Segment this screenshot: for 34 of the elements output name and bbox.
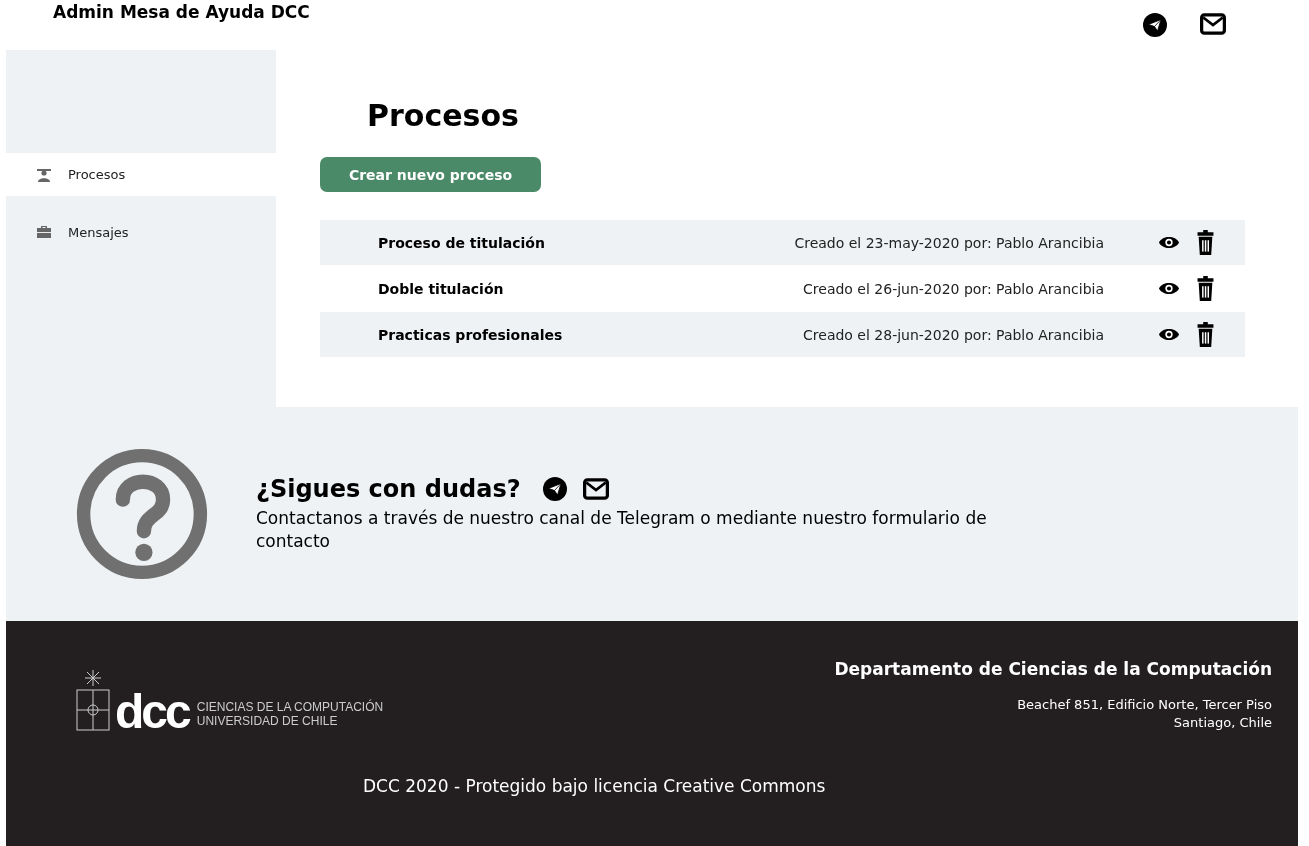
process-created: Creado el 26-jun-2020 por: Pablo Arancibia xyxy=(802,280,1104,297)
trash-icon[interactable] xyxy=(1196,230,1215,255)
question-icon xyxy=(75,447,209,581)
logo-text: CIENCIAS DE LA COMPUTACIÓN xyxy=(196,700,384,714)
page-title: Procesos xyxy=(367,98,520,133)
telegram-icon[interactable] xyxy=(542,477,567,501)
process-name: Proceso de titulación xyxy=(378,234,546,251)
create-process-button[interactable]: Crear nuevo proceso xyxy=(320,157,541,192)
process-created: Creado el 28-jun-2020 por: Pablo Arancibia xyxy=(802,326,1104,343)
process-name: Practicas profesionales xyxy=(378,326,564,343)
briefcase-icon xyxy=(36,225,52,239)
view-icon[interactable] xyxy=(1158,235,1180,250)
crest-drawing xyxy=(75,668,111,732)
license-text: DCC 2020 - Protegido bajo licencia Creative Commons xyxy=(363,776,826,796)
logo-mark: dcc xyxy=(115,692,189,732)
sidebar-item[interactable]: Mensajes xyxy=(6,196,276,268)
address-line: Santiago, Chile xyxy=(1173,714,1272,732)
logo-text: UNIVERSIDAD DE CHILE xyxy=(196,714,339,728)
address-line: Beachef 851, Edificio Norte, Tercer Piso xyxy=(1017,696,1272,714)
department-name: Departamento de Ciencias de la Computación xyxy=(834,659,1272,679)
telegram-icon[interactable] xyxy=(1143,13,1167,37)
sidebar-item[interactable]: Procesos xyxy=(6,153,276,196)
process-created: Creado el 23-may-2020 por: Pablo Arancibia xyxy=(793,234,1104,251)
mail-icon[interactable] xyxy=(582,478,609,500)
graduate-icon xyxy=(36,167,52,182)
trash-icon[interactable] xyxy=(1196,322,1215,347)
process-name: Doble titulación xyxy=(378,280,505,297)
site-title: Admin Mesa de Ayuda DCC xyxy=(53,2,310,22)
view-icon[interactable] xyxy=(1158,281,1180,296)
trash-icon[interactable] xyxy=(1196,276,1215,301)
view-icon[interactable] xyxy=(1158,327,1180,342)
mail-icon[interactable] xyxy=(1200,13,1226,35)
help-text: Contactanos a través de nuestro canal de Telegram o mediante nuestro formulario de contacto xyxy=(256,507,988,553)
help-title: ¿Sigues con dudas? xyxy=(256,475,521,503)
